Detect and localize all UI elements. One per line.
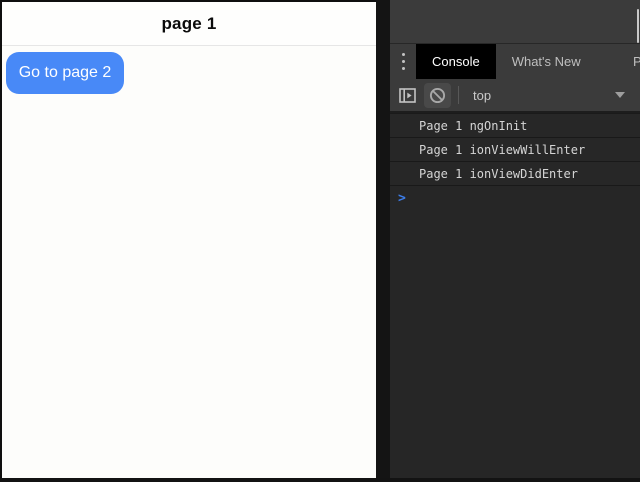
console-toolbar: top [390, 79, 640, 113]
tab-partial[interactable]: P [633, 44, 640, 79]
app-header: page 1 [2, 2, 376, 46]
page-title: page 1 [161, 14, 216, 34]
kebab-menu-icon[interactable] [390, 44, 416, 79]
console-message: Page 1 ionViewDidEnter [390, 162, 640, 186]
console-message-area: Page 1 ngOnInit Page 1 ionViewWillEnter … [390, 113, 640, 478]
toolbar-divider [458, 86, 459, 104]
console-sidebar-icon[interactable] [398, 86, 417, 105]
console-message: Page 1 ionViewWillEnter [390, 138, 640, 162]
devtools-panel: Console What's New P top [390, 0, 640, 478]
tab-console[interactable]: Console [416, 44, 496, 79]
tab-whats-new[interactable]: What's New [496, 44, 597, 79]
screen: page 1 Go to page 2 Console What's New P [0, 0, 640, 482]
scrollbar-thumb[interactable] [637, 9, 639, 43]
app-window: page 1 Go to page 2 [0, 0, 376, 478]
window-bottom-edge [0, 478, 640, 482]
go-to-page-2-button[interactable]: Go to page 2 [6, 52, 124, 94]
context-selector[interactable]: top [473, 88, 491, 103]
devtools-top-spacer [390, 0, 640, 44]
devtools-tab-bar: Console What's New P [390, 44, 640, 79]
console-message: Page 1 ngOnInit [390, 114, 640, 138]
clear-console-icon[interactable] [424, 83, 451, 108]
dropdown-arrow-icon[interactable] [615, 92, 625, 98]
console-prompt-icon: > [398, 191, 406, 207]
console-input[interactable]: > [390, 186, 640, 207]
